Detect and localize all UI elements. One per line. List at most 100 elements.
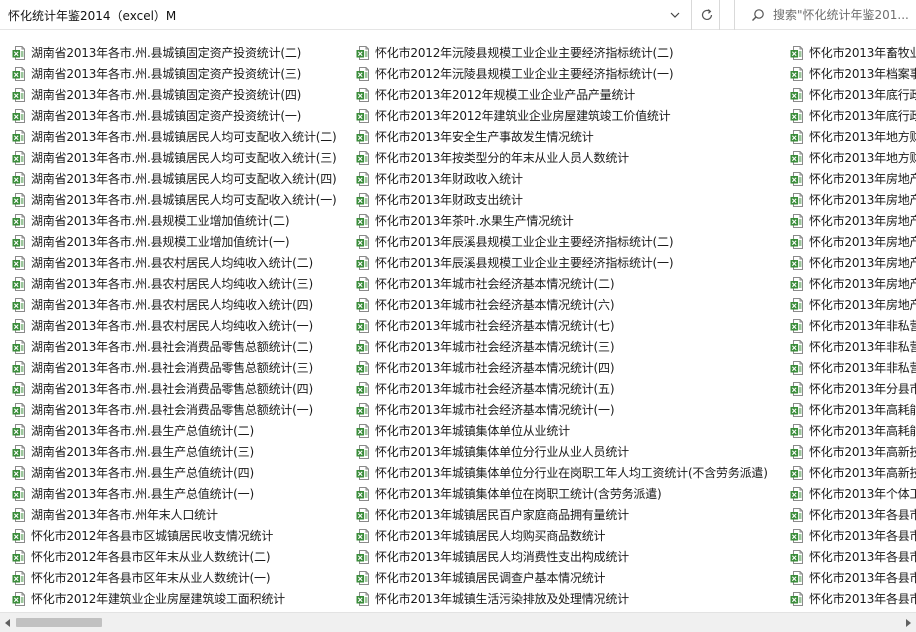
file-item[interactable]: 怀化市2013年各县市	[790, 525, 916, 546]
file-item[interactable]: 怀化市2013年地方财	[790, 147, 916, 168]
file-item[interactable]: 怀化市2013年城市社会经济基本情况统计(一)	[356, 399, 786, 420]
file-item[interactable]: 怀化市2013年房地产	[790, 168, 916, 189]
file-item[interactable]: 湖南省2013年各市.州.县生产总值统计(四)	[12, 462, 352, 483]
file-item[interactable]: 怀化市2013年地方财	[790, 126, 916, 147]
file-item[interactable]: 怀化市2013年城镇集体单位从业统计	[356, 420, 786, 441]
horizontal-scrollbar[interactable]	[0, 612, 916, 632]
file-item[interactable]: 怀化市2013年城镇居民调查户基本情况统计	[356, 567, 786, 588]
file-item[interactable]: 怀化市2013年城市社会经济基本情况统计(六)	[356, 294, 786, 315]
file-item[interactable]: 湖南省2013年各市.州.县农村居民人均纯收入统计(三)	[12, 273, 352, 294]
file-item[interactable]: 怀化市2013年房地产	[790, 231, 916, 252]
file-item[interactable]: 怀化市2013年财政收入统计	[356, 168, 786, 189]
file-item[interactable]: 湖南省2013年各市.州.县生产总值统计(二)	[12, 420, 352, 441]
address-path[interactable]: 怀化统计年鉴2014（excel）M	[8, 7, 176, 24]
file-item[interactable]: 怀化市2013年高新技	[790, 441, 916, 462]
file-item[interactable]: 怀化市2012年各县市区城镇居民收支情况统计	[12, 525, 352, 546]
file-item[interactable]: 湖南省2013年各市.州.县社会消费品零售总额统计(三)	[12, 357, 352, 378]
file-item[interactable]: 怀化市2013年按类型分的年末从业人员人数统计	[356, 147, 786, 168]
file-item[interactable]: 怀化市2012年各县市区年末从业人数统计(二)	[12, 546, 352, 567]
file-item[interactable]: 怀化市2012年沅陵县规模工业企业主要经济指标统计(二)	[356, 42, 786, 63]
file-item[interactable]: 怀化市2013年个体工	[790, 483, 916, 504]
file-item[interactable]: 怀化市2013年城市社会经济基本情况统计(四)	[356, 357, 786, 378]
file-name: 怀化市2012年各县市区年末从业人数统计(一)	[31, 571, 271, 585]
file-item[interactable]: 怀化市2013年2012年建筑业企业房屋建筑竣工价值统计	[356, 105, 786, 126]
file-item[interactable]: 湖南省2013年各市.州年末人口统计	[12, 504, 352, 525]
file-item[interactable]: 怀化市2013年城镇居民人均消费性支出构成统计	[356, 546, 786, 567]
file-item[interactable]: 怀化市2013年档案事	[790, 63, 916, 84]
file-item[interactable]: 怀化市2013年房地产	[790, 294, 916, 315]
excel-file-icon	[12, 171, 25, 186]
file-item[interactable]: 湖南省2013年各市.州.县社会消费品零售总额统计(一)	[12, 399, 352, 420]
file-item[interactable]: 怀化市2013年房地产	[790, 210, 916, 231]
file-item[interactable]: 怀化市2013年各县市	[790, 588, 916, 609]
scroll-left-button[interactable]	[2, 617, 14, 629]
file-item[interactable]: 怀化市2013年城市社会经济基本情况统计(五)	[356, 378, 786, 399]
file-item[interactable]: 怀化市2013年各县市	[790, 504, 916, 525]
search-box[interactable]	[734, 0, 916, 30]
file-item[interactable]: 怀化市2013年财政支出统计	[356, 189, 786, 210]
file-item[interactable]: 湖南省2013年各市.州.县城镇固定资产投资统计(二)	[12, 42, 352, 63]
scrollbar-thumb[interactable]	[16, 618, 102, 627]
file-item[interactable]: 怀化市2013年高耗能	[790, 399, 916, 420]
file-item[interactable]: 湖南省2013年各市.州.县农村居民人均纯收入统计(一)	[12, 315, 352, 336]
file-item[interactable]: 怀化市2013年分县市	[790, 378, 916, 399]
file-item[interactable]: 怀化市2013年非私营	[790, 336, 916, 357]
file-item[interactable]: 怀化市2013年房地产	[790, 189, 916, 210]
search-input[interactable]	[773, 5, 916, 25]
file-item[interactable]: 怀化市2013年城镇集体单位分行业从业人员统计	[356, 441, 786, 462]
file-item[interactable]: 怀化市2013年高新技	[790, 462, 916, 483]
file-item[interactable]: 怀化市2013年房地产	[790, 273, 916, 294]
file-item[interactable]: 怀化市2013年各县市	[790, 567, 916, 588]
file-item[interactable]: 怀化市2013年城市社会经济基本情况统计(三)	[356, 336, 786, 357]
file-item[interactable]: 湖南省2013年各市.州.县生产总值统计(一)	[12, 483, 352, 504]
file-name: 怀化市2012年沅陵县规模工业企业主要经济指标统计(二)	[375, 46, 674, 60]
file-item[interactable]: 怀化市2013年城市社会经济基本情况统计(七)	[356, 315, 786, 336]
file-item[interactable]: 湖南省2013年各市.州.县城镇居民人均可支配收入统计(四)	[12, 168, 352, 189]
scroll-right-button[interactable]	[902, 617, 914, 629]
file-item[interactable]: 怀化市2013年城镇居民人均购买商品数统计	[356, 525, 786, 546]
file-item[interactable]: 怀化市2013年安全生产事故发生情况统计	[356, 126, 786, 147]
file-item[interactable]: 怀化市2013年辰溪县规模工业企业主要经济指标统计(一)	[356, 252, 786, 273]
file-item[interactable]: 怀化市2013年茶叶.水果生产情况统计	[356, 210, 786, 231]
file-item[interactable]: 怀化市2013年城镇集体单位分行业在岗职工年人均工资统计(不含劳务派遣)	[356, 462, 786, 483]
address-history-dropdown-button[interactable]	[664, 5, 686, 25]
file-item[interactable]: 湖南省2013年各市.州.县城镇固定资产投资统计(三)	[12, 63, 352, 84]
file-item[interactable]: 湖南省2013年各市.州.县农村居民人均纯收入统计(四)	[12, 294, 352, 315]
file-item[interactable]: 湖南省2013年各市.州.县城镇居民人均可支配收入统计(一)	[12, 189, 352, 210]
file-item[interactable]: 湖南省2013年各市.州.县城镇固定资产投资统计(四)	[12, 84, 352, 105]
file-item[interactable]: 湖南省2013年各市.州.县城镇固定资产投资统计(一)	[12, 105, 352, 126]
file-item[interactable]: 湖南省2013年各市.州.县规模工业增加值统计(一)	[12, 231, 352, 252]
file-column-3: 怀化市2013年畜牧业 怀化市2013年档案事 怀化市2013年底行政 怀化市2013…	[790, 42, 916, 609]
file-item[interactable]: 怀化市2013年房地产	[790, 252, 916, 273]
file-item[interactable]: 怀化市2013年辰溪县规模工业企业主要经济指标统计(二)	[356, 231, 786, 252]
file-item[interactable]: 怀化市2012年各县市区年末从业人数统计(一)	[12, 567, 352, 588]
file-item[interactable]: 湖南省2013年各市.州.县城镇居民人均可支配收入统计(三)	[12, 147, 352, 168]
file-item[interactable]: 怀化市2013年非私营	[790, 315, 916, 336]
file-item[interactable]: 怀化市2013年各县市	[790, 546, 916, 567]
address-bar[interactable]: 怀化统计年鉴2014（excel）M	[0, 0, 692, 30]
file-column-1: 湖南省2013年各市.州.县城镇固定资产投资统计(二) 湖南省2013年各市.州.…	[12, 42, 352, 609]
refresh-button[interactable]	[694, 0, 720, 30]
file-item[interactable]: 怀化市2013年城镇集体单位在岗职工统计(含劳务派遣)	[356, 483, 786, 504]
file-item[interactable]: 怀化市2013年城镇生活污染排放及处理情况统计	[356, 588, 786, 609]
file-item[interactable]: 湖南省2013年各市.州.县社会消费品零售总额统计(二)	[12, 336, 352, 357]
file-item[interactable]: 湖南省2013年各市.州.县城镇居民人均可支配收入统计(二)	[12, 126, 352, 147]
file-item[interactable]: 怀化市2013年城镇居民百户家庭商品拥有量统计	[356, 504, 786, 525]
file-item[interactable]: 怀化市2013年底行政	[790, 84, 916, 105]
file-item[interactable]: 湖南省2013年各市.州.县社会消费品零售总额统计(四)	[12, 378, 352, 399]
file-name: 湖南省2013年各市.州.县城镇固定资产投资统计(三)	[31, 67, 302, 81]
file-item[interactable]: 湖南省2013年各市.州.县生产总值统计(三)	[12, 441, 352, 462]
file-item[interactable]: 怀化市2012年建筑业企业房屋建筑竣工面积统计	[12, 588, 352, 609]
file-item[interactable]: 怀化市2013年2012年规模工业企业产品产量统计	[356, 84, 786, 105]
file-item[interactable]: 怀化市2012年沅陵县规模工业企业主要经济指标统计(一)	[356, 63, 786, 84]
excel-file-icon	[12, 507, 25, 522]
file-item[interactable]: 怀化市2013年非私营	[790, 357, 916, 378]
file-item[interactable]: 湖南省2013年各市.州.县规模工业增加值统计(二)	[12, 210, 352, 231]
file-item[interactable]: 怀化市2013年高耗能	[790, 420, 916, 441]
file-name: 怀化市2013年城镇生活污染排放及处理情况统计	[375, 592, 629, 606]
file-item[interactable]: 怀化市2013年城市社会经济基本情况统计(二)	[356, 273, 786, 294]
file-item[interactable]: 怀化市2013年底行政	[790, 105, 916, 126]
file-item[interactable]: 怀化市2013年畜牧业	[790, 42, 916, 63]
file-item[interactable]: 湖南省2013年各市.州.县农村居民人均纯收入统计(二)	[12, 252, 352, 273]
file-list-view[interactable]: 湖南省2013年各市.州.县城镇固定资产投资统计(二) 湖南省2013年各市.州.…	[0, 31, 916, 612]
